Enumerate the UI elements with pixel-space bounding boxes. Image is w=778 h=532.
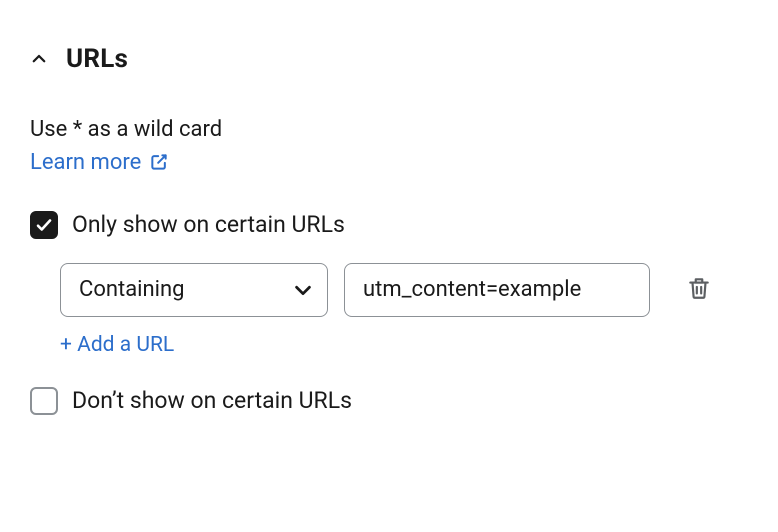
- only-show-rules: Containing + Add: [30, 263, 748, 387]
- external-link-icon: [149, 152, 169, 172]
- trash-icon: [686, 275, 712, 304]
- wildcard-hint: Use * as a wild card: [30, 114, 748, 146]
- url-rule-row: Containing: [60, 263, 748, 317]
- section-header[interactable]: URLs: [30, 44, 748, 74]
- chevron-up-icon: [30, 50, 48, 68]
- add-url-link[interactable]: + Add a URL: [60, 333, 174, 357]
- only-show-option[interactable]: Only show on certain URLs: [30, 211, 748, 239]
- only-show-label: Only show on certain URLs: [72, 211, 345, 238]
- learn-more-link[interactable]: Learn more: [30, 150, 169, 175]
- only-show-checkbox[interactable]: [30, 211, 58, 239]
- section-title: URLs: [66, 44, 128, 74]
- delete-rule-button[interactable]: [680, 271, 718, 309]
- match-type-select[interactable]: Containing: [60, 263, 328, 317]
- dont-show-label: Don’t show on certain URLs: [72, 387, 352, 414]
- learn-more-label: Learn more: [30, 150, 141, 175]
- dont-show-option[interactable]: Don’t show on certain URLs: [30, 387, 748, 415]
- match-type-value: Containing: [79, 277, 185, 302]
- url-value-input[interactable]: [344, 263, 650, 317]
- dont-show-checkbox[interactable]: [30, 387, 58, 415]
